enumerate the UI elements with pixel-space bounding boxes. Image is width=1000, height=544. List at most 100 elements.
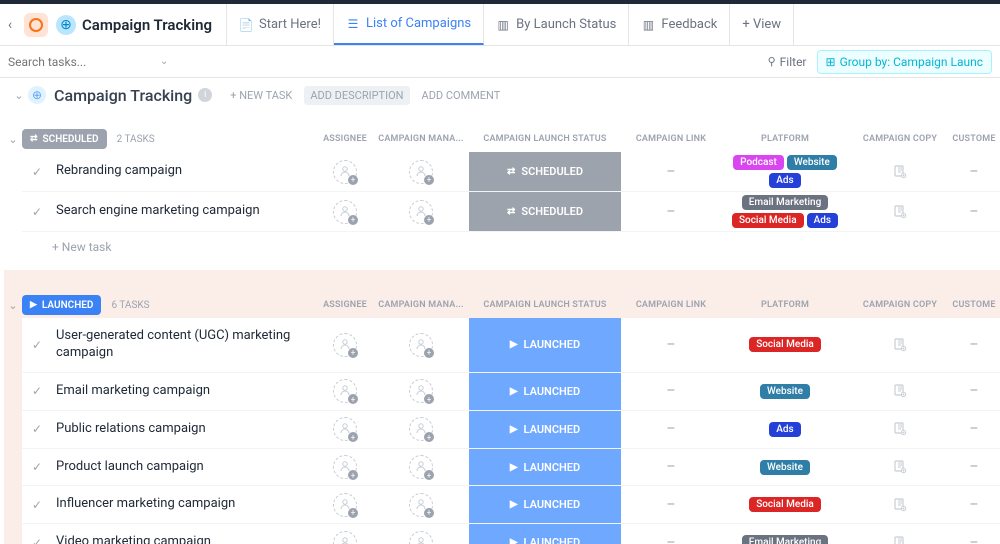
group-collapse-icon[interactable]: ⌄ — [4, 130, 22, 148]
assignee-avatar[interactable] — [409, 417, 433, 441]
assignee-avatar[interactable] — [409, 333, 433, 357]
customer-cell[interactable]: – — [948, 337, 1000, 353]
assignee-avatar[interactable] — [409, 379, 433, 403]
check-icon[interactable]: ✓ — [22, 205, 52, 219]
info-icon[interactable]: i — [198, 88, 212, 102]
task-name[interactable]: Public relations campaign — [52, 411, 314, 448]
platform-tag[interactable]: Social Media — [749, 337, 821, 352]
search-input[interactable] — [8, 55, 148, 69]
check-icon[interactable]: ✓ — [22, 536, 52, 544]
copy-icon[interactable] — [893, 338, 907, 352]
task-row[interactable]: ✓Rebranding campaign⇄SCHEDULED–PodcastWe… — [22, 152, 1000, 192]
check-icon[interactable]: ✓ — [22, 338, 52, 352]
link-cell[interactable]: – — [624, 421, 718, 437]
customer-cell[interactable]: – — [948, 164, 1000, 180]
task-name[interactable]: Email marketing campaign — [52, 373, 314, 410]
assignee-avatar[interactable] — [333, 531, 357, 544]
assignee-avatar[interactable] — [333, 200, 357, 224]
tab-by-launch-status[interactable]: ▥By Launch Status — [484, 4, 629, 45]
task-row[interactable]: ✓Email marketing campaign▶LAUNCHED–Websi… — [22, 373, 1000, 411]
tab--view[interactable]: + View — [730, 4, 794, 45]
back-arrow-icon[interactable]: ‹ — [4, 17, 16, 33]
status-cell[interactable]: ▶LAUNCHED — [469, 373, 621, 410]
copy-icon[interactable] — [893, 460, 907, 474]
copy-icon[interactable] — [893, 165, 907, 179]
copy-icon[interactable] — [893, 384, 907, 398]
copy-icon[interactable] — [893, 205, 907, 219]
check-icon[interactable]: ✓ — [22, 422, 52, 436]
platform-tag[interactable]: Ads — [807, 213, 838, 228]
group-by-pill[interactable]: ⊞Group by: Campaign Launc — [817, 50, 993, 74]
group-status-chip[interactable]: ⇄SCHEDULED — [22, 129, 107, 149]
platform-tag[interactable]: Email Marketing — [742, 195, 829, 210]
platform-tag[interactable]: Social Media — [732, 213, 804, 228]
customer-cell[interactable]: – — [948, 535, 1000, 544]
app-chip[interactable] — [24, 13, 48, 37]
customer-cell[interactable]: – — [948, 497, 1000, 513]
check-icon[interactable]: ✓ — [22, 498, 52, 512]
link-cell[interactable]: – — [624, 535, 718, 544]
group-collapse-icon[interactable]: ⌄ — [4, 296, 22, 314]
task-name[interactable]: Influencer marketing campaign — [52, 486, 314, 523]
check-icon[interactable]: ✓ — [22, 165, 52, 179]
check-icon[interactable]: ✓ — [22, 460, 52, 474]
assignee-avatar[interactable] — [333, 493, 357, 517]
task-name[interactable]: Product launch campaign — [52, 449, 314, 486]
task-name[interactable]: Search engine marketing campaign — [52, 193, 314, 230]
tab-start-here-[interactable]: 📄Start Here! — [226, 4, 334, 45]
assignee-avatar[interactable] — [409, 493, 433, 517]
copy-icon[interactable] — [893, 498, 907, 512]
platform-tag[interactable]: Social Media — [749, 497, 821, 512]
customer-cell[interactable]: – — [948, 421, 1000, 437]
assignee-avatar[interactable] — [333, 160, 357, 184]
assignee-avatar[interactable] — [409, 531, 433, 544]
task-row[interactable]: ✓Product launch campaign▶LAUNCHED–Websit… — [22, 449, 1000, 487]
collapse-icon[interactable]: ⌄ — [10, 86, 28, 104]
platform-tag[interactable]: Website — [787, 155, 837, 170]
assignee-avatar[interactable] — [409, 455, 433, 479]
assignee-avatar[interactable] — [333, 455, 357, 479]
status-cell[interactable]: ▶LAUNCHED — [469, 411, 621, 448]
platform-tag[interactable]: Website — [760, 384, 810, 399]
tab-feedback[interactable]: ▥Feedback — [629, 4, 730, 45]
status-cell[interactable]: ⇄SCHEDULED — [469, 192, 621, 231]
task-name[interactable]: Rebranding campaign — [52, 153, 314, 190]
tab-list-of-campaigns[interactable]: ☰List of Campaigns — [334, 4, 484, 45]
task-name[interactable]: User-generated content (UGC) marketing c… — [52, 318, 314, 372]
task-name[interactable]: Video marketing campaign — [52, 524, 314, 544]
status-cell[interactable]: ▶LAUNCHED — [469, 524, 621, 544]
assignee-avatar[interactable] — [333, 379, 357, 403]
assignee-avatar[interactable] — [409, 160, 433, 184]
link-cell[interactable]: – — [624, 337, 718, 353]
assignee-avatar[interactable] — [333, 417, 357, 441]
group-status-chip[interactable]: ▶LAUNCHED — [22, 295, 101, 315]
customer-cell[interactable]: – — [948, 383, 1000, 399]
new-task-link[interactable]: + New task — [22, 232, 1000, 262]
search-dropdown-icon[interactable]: ⌄ — [160, 56, 168, 67]
customer-cell[interactable]: – — [948, 459, 1000, 475]
link-cell[interactable]: – — [624, 459, 718, 475]
link-cell[interactable]: – — [624, 164, 718, 180]
task-row[interactable]: ✓User-generated content (UGC) marketing … — [22, 318, 1000, 373]
link-cell[interactable]: – — [624, 204, 718, 220]
task-row[interactable]: ✓Public relations campaign▶LAUNCHED–Ads– — [22, 411, 1000, 449]
filter-button[interactable]: ⚲Filter — [768, 55, 807, 69]
platform-tag[interactable]: Ads — [769, 422, 800, 437]
platform-tag[interactable]: Email Marketing — [742, 535, 829, 544]
link-cell[interactable]: – — [624, 383, 718, 399]
status-cell[interactable]: ▶LAUNCHED — [469, 486, 621, 523]
assignee-avatar[interactable] — [333, 333, 357, 357]
task-row[interactable]: ✓Influencer marketing campaign ▶LAUNCHED –… — [22, 486, 1000, 524]
add-description-button[interactable]: ADD DESCRIPTION — [304, 86, 409, 105]
copy-icon[interactable] — [893, 422, 907, 436]
status-cell[interactable]: ▶LAUNCHED — [469, 318, 621, 372]
platform-tag[interactable]: Website — [760, 460, 810, 475]
task-row[interactable]: ✓Search engine marketing campaign ⇄SCHEDU… — [22, 192, 1000, 232]
add-comment-button[interactable]: ADD COMMENT — [416, 86, 507, 105]
task-row[interactable]: ✓Video marketing campaign▶LAUNCHED–Email… — [22, 524, 1000, 544]
copy-icon[interactable] — [893, 536, 907, 544]
new-task-button[interactable]: + NEW TASK — [224, 86, 298, 105]
assignee-avatar[interactable] — [409, 200, 433, 224]
customer-cell[interactable]: – — [948, 204, 1000, 220]
status-cell[interactable]: ▶LAUNCHED — [469, 449, 621, 486]
